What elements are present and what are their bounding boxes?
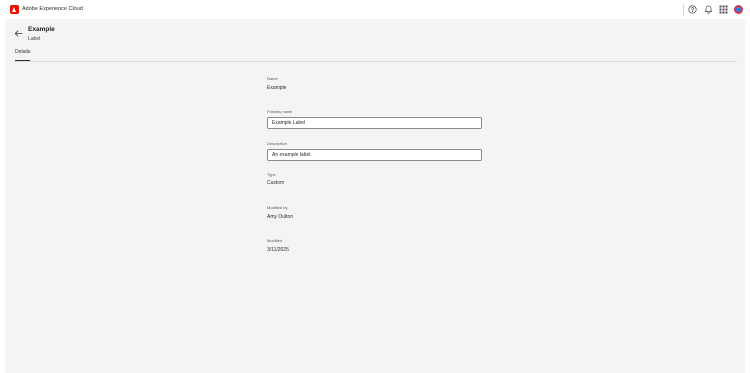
modified-value: 3/11/2025: [267, 247, 289, 253]
adobe-logo-icon[interactable]: [10, 5, 19, 14]
page-subtitle: Label: [28, 36, 41, 42]
tab-details[interactable]: Details: [15, 49, 30, 55]
description-label: Description: [267, 141, 288, 146]
type-value: Custom: [267, 180, 285, 186]
friendly-name-label: Friendly name: [267, 109, 293, 114]
page-title: Example: [28, 26, 55, 33]
description-field[interactable]: [267, 149, 482, 161]
top-bar: Adobe Experience Cloud: [0, 0, 750, 19]
app-name[interactable]: Adobe Experience Cloud: [22, 5, 83, 14]
app-grid-icon[interactable]: [719, 5, 728, 14]
name-label: Name: [267, 76, 278, 81]
bell-icon[interactable]: [704, 5, 713, 14]
avatar[interactable]: [734, 5, 743, 14]
type-label: Type: [267, 172, 276, 177]
back-arrow-icon[interactable]: [14, 29, 23, 38]
name-value: Example: [267, 85, 287, 91]
modified-by-label: Modified by: [267, 205, 288, 210]
tabs-divider: [15, 61, 737, 62]
friendly-name-field[interactable]: [267, 117, 482, 129]
help-icon[interactable]: [688, 5, 697, 14]
main-content: Example Label Details Name Example Frien…: [5, 19, 745, 373]
topbar-divider: [683, 4, 684, 16]
modified-by-value: Amy Oulton: [267, 214, 294, 220]
modified-label: Modified: [267, 238, 283, 243]
